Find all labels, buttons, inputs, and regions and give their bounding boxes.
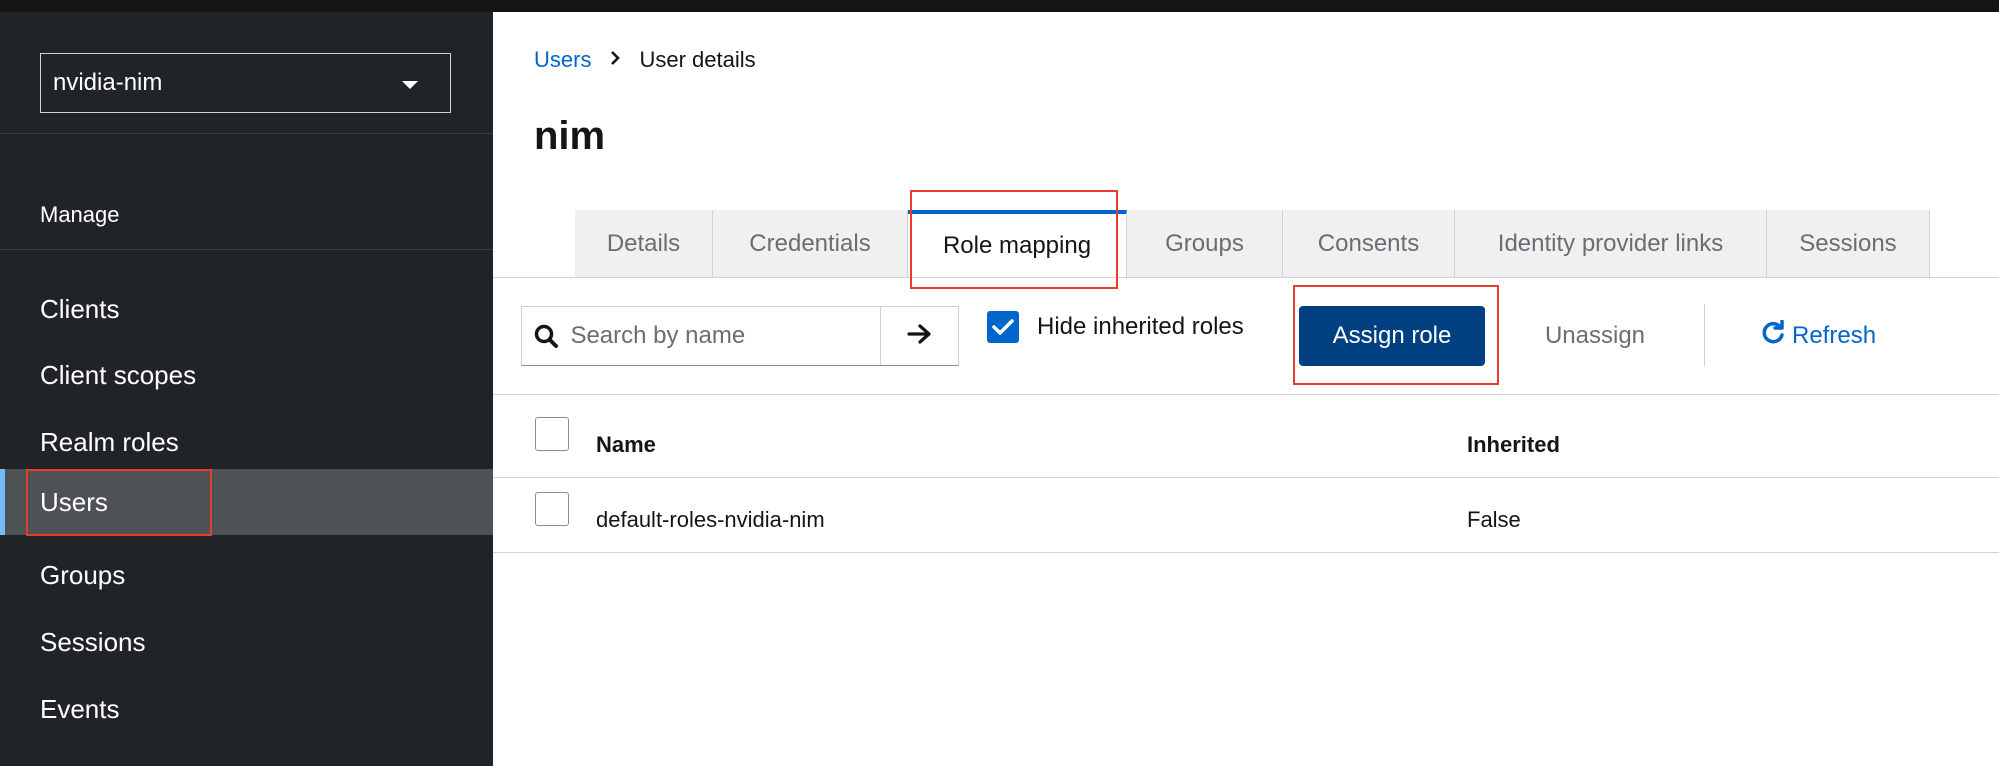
hide-inherited-roles-checkbox[interactable]: Hide inherited roles xyxy=(987,311,1244,343)
tab-consents[interactable]: Consents xyxy=(1283,210,1455,278)
tab-label: Role mapping xyxy=(942,232,1092,259)
tab-label: Identity provider links xyxy=(1497,230,1724,257)
chevron-right-icon xyxy=(609,50,621,71)
top-bar xyxy=(0,0,1999,12)
sidebar-item-realm-roles[interactable]: Realm roles xyxy=(0,409,493,475)
row-select-checkbox[interactable] xyxy=(535,492,569,526)
search-submit-button[interactable] xyxy=(880,307,958,365)
hide-inherited-roles-label: Hide inherited roles xyxy=(1037,313,1244,340)
breadcrumb-link-users[interactable]: Users xyxy=(534,47,591,73)
checkbox-checked-icon[interactable] xyxy=(987,311,1019,343)
sidebar-item-label: Realm roles xyxy=(40,426,179,457)
search-icon xyxy=(522,323,570,349)
sidebar-item-clients[interactable]: Clients xyxy=(0,276,493,342)
sidebar-divider xyxy=(0,249,493,250)
caret-down-icon xyxy=(402,81,418,89)
sidebar-item-label: Sessions xyxy=(40,626,146,657)
sidebar-item-label: Users xyxy=(40,486,108,517)
sidebar-item-label: Events xyxy=(40,693,120,724)
tab-sessions[interactable]: Sessions xyxy=(1767,210,1930,278)
refresh-icon xyxy=(1760,318,1786,353)
tab-label: Consents xyxy=(1317,230,1420,257)
tab-groups[interactable]: Groups xyxy=(1127,210,1283,278)
page-title: nim xyxy=(534,114,606,158)
sidebar-item-label: Clients xyxy=(40,293,120,324)
sidebar-divider xyxy=(0,133,493,134)
tab-label: Credentials xyxy=(749,230,871,257)
inherited-cell: False xyxy=(1467,507,1521,532)
tab-credentials[interactable]: Credentials xyxy=(713,210,908,278)
table-top-border xyxy=(493,394,1999,395)
sidebar: nvidia-nim Manage Clients Client scopes … xyxy=(0,12,493,766)
tab-label: Details xyxy=(606,230,681,257)
unassign-button[interactable]: Unassign xyxy=(1520,306,1670,366)
search-box xyxy=(521,306,959,366)
column-header-inherited: Inherited xyxy=(1467,432,1560,457)
column-header-name[interactable]: Name xyxy=(596,432,656,458)
tab-details[interactable]: Details xyxy=(575,210,713,278)
tab-bar: Details Credentials Role mapping Groups … xyxy=(575,210,1930,278)
sidebar-section-title: Manage xyxy=(40,202,120,227)
assign-role-button[interactable]: Assign role xyxy=(1299,306,1485,366)
toolbar-divider xyxy=(1704,304,1705,366)
search-input[interactable] xyxy=(570,307,881,365)
sidebar-item-groups[interactable]: Groups xyxy=(0,542,493,608)
breadcrumb-current: User details xyxy=(639,47,756,72)
refresh-button[interactable]: Refresh xyxy=(1760,306,1876,366)
table-row-border xyxy=(493,552,1999,553)
refresh-label: Refresh xyxy=(1792,322,1877,349)
breadcrumb: Users User details xyxy=(534,47,756,73)
tab-identity-provider-links[interactable]: Identity provider links xyxy=(1455,210,1767,278)
role-name-cell: default-roles-nvidia-nim xyxy=(596,507,825,532)
sidebar-item-events[interactable]: Events xyxy=(0,676,493,742)
tabs-baseline xyxy=(493,277,1999,278)
table-header-border xyxy=(493,477,1999,478)
sidebar-item-client-scopes[interactable]: Client scopes xyxy=(0,342,493,408)
realm-selector[interactable]: nvidia-nim xyxy=(40,53,451,113)
tab-role-mapping[interactable]: Role mapping xyxy=(908,210,1127,278)
tab-label: Sessions xyxy=(1799,230,1897,257)
sidebar-item-users[interactable]: Users xyxy=(0,469,493,535)
arrow-right-icon xyxy=(907,323,933,350)
realm-selector-value: nvidia-nim xyxy=(53,69,163,96)
sidebar-item-label: Client scopes xyxy=(40,359,197,390)
sidebar-item-sessions[interactable]: Sessions xyxy=(0,609,493,675)
sidebar-item-label: Groups xyxy=(40,559,126,590)
tab-label: Groups xyxy=(1165,230,1244,257)
select-all-checkbox[interactable] xyxy=(535,417,569,451)
